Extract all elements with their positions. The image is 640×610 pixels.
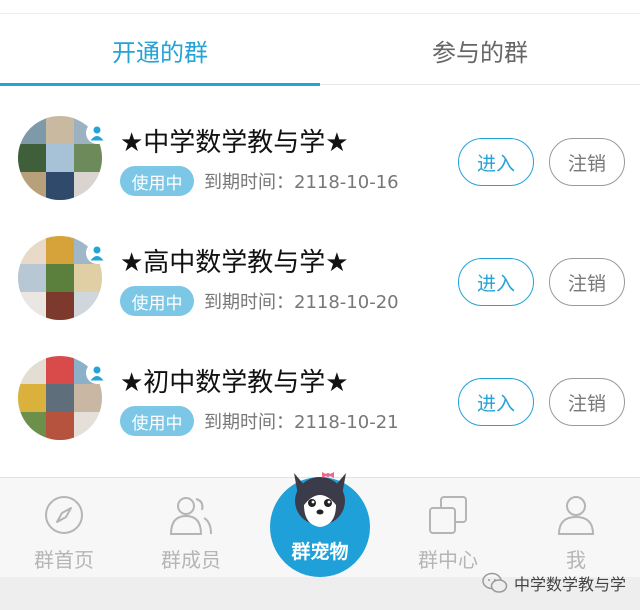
tab-active-underline: [0, 83, 320, 86]
group-name: ★高中数学教与学★: [120, 248, 349, 278]
nav-label: 我: [566, 548, 586, 572]
group-row: ★高中数学教与学★ 使用中 到期时间：2118-10-20 进入 注销: [0, 220, 640, 320]
top-strip: [0, 0, 640, 14]
enter-button[interactable]: 进入: [458, 258, 534, 306]
member-badge-icon: [86, 242, 108, 264]
overlap-squares-icon: [425, 492, 471, 538]
nav-label: 群首页: [34, 548, 94, 572]
status-badge: 使用中: [120, 166, 194, 196]
nav-label: 群成员: [161, 548, 221, 572]
compass-icon: [41, 492, 87, 538]
tab-label: 开通的群: [112, 38, 208, 67]
group-name: ★初中数学教与学★: [120, 368, 349, 398]
nav-me[interactable]: 我: [521, 478, 631, 578]
cancel-group-button[interactable]: 注销: [549, 138, 625, 186]
expire-time: 到期时间：2118-10-21: [204, 412, 399, 433]
expire-time: 到期时间：2118-10-16: [204, 172, 399, 193]
group-name: ★中学数学教与学★: [120, 128, 349, 158]
expire-time: 到期时间：2118-10-20: [204, 292, 399, 313]
cancel-group-button[interactable]: 注销: [549, 378, 625, 426]
group-row: ★中学数学教与学★ 使用中 到期时间：2118-10-16 进入 注销: [0, 100, 640, 200]
member-badge-icon: [86, 362, 108, 384]
cancel-group-button[interactable]: 注销: [549, 258, 625, 306]
member-badge-icon: [86, 122, 108, 144]
tab-joined-groups[interactable]: 参与的群: [320, 15, 640, 85]
wechat-watermark: 中学数学教与学: [482, 571, 626, 595]
nav-group-home[interactable]: 群首页: [9, 478, 119, 578]
enter-button[interactable]: 进入: [458, 378, 534, 426]
group-avatar: [18, 236, 108, 320]
status-badge: 使用中: [120, 406, 194, 436]
nav-group-pet-button[interactable]: 群宠物: [270, 465, 370, 577]
watermark-text: 中学数学教与学: [513, 575, 626, 594]
nav-label: 群中心: [418, 548, 478, 572]
group-row: ★初中数学教与学★ 使用中 到期时间：2118-10-21 进入 注销: [0, 340, 640, 440]
tab-bar: 开通的群 参与的群: [0, 15, 640, 86]
tab-opened-groups[interactable]: 开通的群: [0, 15, 320, 86]
nav-group-center[interactable]: 群中心: [393, 478, 503, 578]
group-avatar: [18, 356, 108, 440]
members-icon: [168, 492, 214, 538]
enter-button[interactable]: 进入: [458, 138, 534, 186]
tab-label: 参与的群: [432, 38, 528, 67]
group-avatar: [18, 116, 108, 200]
nav-label: 群宠物: [291, 541, 349, 563]
wechat-icon: [482, 572, 508, 593]
status-badge: 使用中: [120, 286, 194, 316]
husky-pet-icon: [294, 472, 346, 527]
nav-group-members[interactable]: 群成员: [136, 478, 246, 578]
person-icon: [553, 492, 599, 538]
